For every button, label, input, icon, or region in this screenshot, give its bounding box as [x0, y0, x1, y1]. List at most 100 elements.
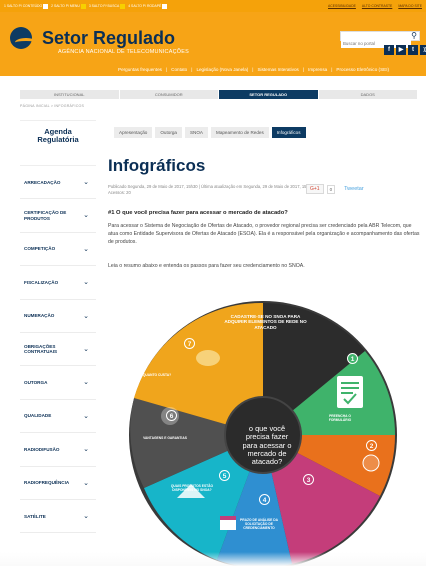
- sidebar-item-label: RADIODIFUSÃO: [24, 446, 60, 452]
- chevron-down-icon: ⌄: [83, 379, 89, 387]
- sidebar-item-radiofrequencia[interactable]: RADIOFREQUÊNCIA ⌄: [20, 467, 96, 500]
- quicklink-separator: |: [331, 67, 333, 72]
- intro-paragraph: Para acessar o Sistema de Negociação de …: [108, 223, 420, 245]
- page-bottom-edge: [0, 552, 426, 566]
- sitemap-link[interactable]: MAPA DO SITE: [398, 4, 422, 8]
- skip-content-link[interactable]: 1 SALTO P/ CONTEÚDO: [4, 3, 49, 9]
- chevron-down-icon: ⌄: [83, 345, 89, 353]
- search-box: ⚲: [340, 31, 420, 48]
- sidebar-item-fiscalizacao[interactable]: FISCALIZAÇÃO ⌄: [20, 266, 96, 300]
- key-2-icon: [80, 3, 86, 9]
- social-links: f ▶ t )): [384, 45, 426, 55]
- site-title[interactable]: Setor Regulado: [42, 28, 175, 49]
- page-title: Infográficos: [108, 156, 206, 175]
- accessibility-link[interactable]: ACESSIBILIDADE: [328, 4, 356, 8]
- chevron-down-icon: ⌄: [83, 179, 89, 186]
- quicklink-separator: |: [191, 67, 193, 72]
- nav-setor-regulado[interactable]: SETOR REGULADO: [219, 90, 319, 99]
- step-3-badge: 3: [303, 474, 314, 485]
- sidebar-item-label: OUTORGA: [24, 379, 48, 385]
- rss-icon[interactable]: )): [420, 45, 426, 55]
- sidebar-item-satelite[interactable]: SATÉLITE ⌄: [20, 500, 96, 534]
- chevron-down-icon: ⌄: [83, 212, 89, 220]
- step-1-label: PREENCHA O FORMULÁRIO: [328, 414, 352, 422]
- search-icon[interactable]: ⚲: [411, 32, 417, 40]
- site-header: Setor Regulado AGÊNCIA NACIONAL DE TELEC…: [0, 12, 426, 76]
- quicklink-sei[interactable]: Processo Eletrônico (SEI): [336, 67, 389, 72]
- quicklink-separator: |: [252, 67, 254, 72]
- chevron-down-icon: ⌄: [83, 245, 89, 253]
- chevron-down-icon: ⌄: [83, 446, 89, 454]
- facebook-icon[interactable]: f: [384, 45, 394, 55]
- step-7-label: QUANTO CUSTA?: [142, 373, 172, 377]
- sidebar-item-radiodifusao[interactable]: RADIODIFUSÃO ⌄: [20, 433, 96, 467]
- main-nav: INSTITUCIONAL CONSUMIDOR SETOR REGULADO …: [20, 90, 418, 99]
- summary-paragraph: Leia o resumo abaixo e entenda os passos…: [108, 263, 305, 269]
- sidebar-item-label: RADIOFREQUÊNCIA: [24, 480, 70, 486]
- skip-menu-link[interactable]: 2 SALTO P/ MENU: [51, 3, 86, 9]
- sidebar-item-label: OBRIGAÇÕES CONTRATUAIS: [24, 343, 58, 355]
- section-heading: #1 O que você precisa fazer para acessar…: [108, 210, 288, 216]
- quicklink-contact[interactable]: Contato: [171, 67, 187, 72]
- accessibility-bar: 1 SALTO P/ CONTEÚDO 2 SALTO P/ MENU 3 SA…: [0, 0, 426, 12]
- youtube-icon[interactable]: ▶: [396, 45, 406, 55]
- sidebar-item-label: ARRECADAÇÃO: [24, 179, 61, 185]
- coins-illustration: [196, 350, 220, 366]
- tab-snoa[interactable]: SNOA: [184, 127, 208, 138]
- google-plus-button[interactable]: G+1: [306, 184, 324, 194]
- clock-illustration: [362, 454, 380, 472]
- sidebar-item-label: CERTIFICAÇÃO DE PRODUTOS: [24, 210, 67, 221]
- breadcrumb[interactable]: PÁGINA INICIAL > INFOGRÁFICOS: [20, 104, 84, 108]
- quicklink-press[interactable]: Imprensa: [308, 67, 327, 72]
- tab-apresentacao[interactable]: Apresentação: [114, 127, 153, 138]
- chevron-down-icon: ⌄: [83, 312, 89, 320]
- anatel-logo-wave: [15, 38, 37, 47]
- step-1-badge: 1: [347, 353, 358, 364]
- sidebar-item-outorga[interactable]: OUTORGA ⌄: [20, 366, 96, 400]
- high-contrast-link[interactable]: ALTO CONTRASTE: [362, 4, 392, 8]
- sidebar-item-arrecadacao[interactable]: ARRECADAÇÃO ⌄: [20, 166, 96, 200]
- chevron-down-icon: ⌄: [83, 279, 89, 287]
- share-bar: G+1 0 Tweetar: [306, 184, 364, 194]
- sidebar-item-qualidade[interactable]: QUALIDADE ⌄: [20, 400, 96, 434]
- infographic-center-text: o que você precisa fazer para acessar o …: [242, 424, 292, 467]
- sidebar-item-numeracao[interactable]: NUMERAÇÃO ⌄: [20, 300, 96, 333]
- nav-institucional[interactable]: INSTITUCIONAL: [20, 90, 120, 99]
- twitter-icon[interactable]: t: [408, 45, 418, 55]
- skip-search-link[interactable]: 3 SALTO P/ BUSCA: [89, 3, 126, 9]
- site-subtitle: AGÊNCIA NACIONAL DE TELECOMUNICAÇÕES: [58, 49, 189, 55]
- quicklink-faq[interactable]: Perguntas frequentes: [118, 67, 162, 72]
- tab-mapeamento-redes[interactable]: Mapeamento de Redes: [211, 127, 269, 138]
- tab-outorga[interactable]: Outorga: [155, 127, 182, 138]
- nav-dados[interactable]: DADOS: [319, 90, 418, 99]
- chevron-down-icon: ⌄: [83, 479, 89, 487]
- sidebar-item-obrigacoes[interactable]: OBRIGAÇÕES CONTRATUAIS ⌄: [20, 333, 96, 367]
- step-2-badge: 2: [366, 440, 377, 451]
- quicklink-separator: |: [302, 67, 305, 72]
- sidebar-item-label: FISCALIZAÇÃO: [24, 279, 59, 285]
- sidebar-item-label: NUMERAÇÃO: [24, 313, 55, 319]
- step-5-badge: 5: [219, 470, 230, 481]
- tweet-link[interactable]: Tweetar: [344, 186, 364, 192]
- sidebar-item-label: COMPETIÇÃO: [24, 246, 56, 252]
- sidebar: Agenda Regulatória ARRECADAÇÃO ⌄ CERTIFIC…: [20, 120, 96, 534]
- step-4-label: PRAZO DE ANÁLISE DA SOLICITAÇÃO DE CREDE…: [240, 518, 278, 530]
- sidebar-item-competicao[interactable]: COMPETIÇÃO ⌄: [20, 233, 96, 267]
- sidebar-heading[interactable]: Agenda Regulatória: [20, 120, 96, 166]
- quicklink-legislation[interactable]: Legislação (Nova Janela): [196, 67, 248, 72]
- sidebar-item-certificacao[interactable]: CERTIFICAÇÃO DE PRODUTOS ⌄: [20, 199, 96, 233]
- quicklink-systems[interactable]: Sistemas Interativos: [257, 67, 298, 72]
- share-count: 0: [326, 184, 336, 194]
- key-1-icon: [43, 3, 49, 9]
- key-3-icon: [120, 3, 126, 9]
- nav-consumidor[interactable]: CONSUMIDOR: [120, 90, 219, 99]
- sidebar-item-label: SATÉLITE: [24, 513, 46, 519]
- chevron-down-icon: ⌄: [83, 512, 89, 520]
- infographic[interactable]: CADASTRE-SE NO SNOA PARA ADQUIRIR ELEMEN…: [122, 298, 404, 566]
- sidebar-heading-line2: Regulatória: [37, 135, 79, 145]
- tab-infograficos[interactable]: Infográficos: [271, 127, 306, 138]
- step-4-badge: 4: [259, 494, 270, 505]
- publication-meta: Publicado Segunda, 29 de Maio de 2017, 1…: [108, 184, 316, 195]
- skip-footer-link[interactable]: 4 SALTO P/ RODAPÉ: [128, 3, 168, 9]
- content-tabs: Apresentação Outorga SNOA Mapeamento de …: [114, 127, 306, 138]
